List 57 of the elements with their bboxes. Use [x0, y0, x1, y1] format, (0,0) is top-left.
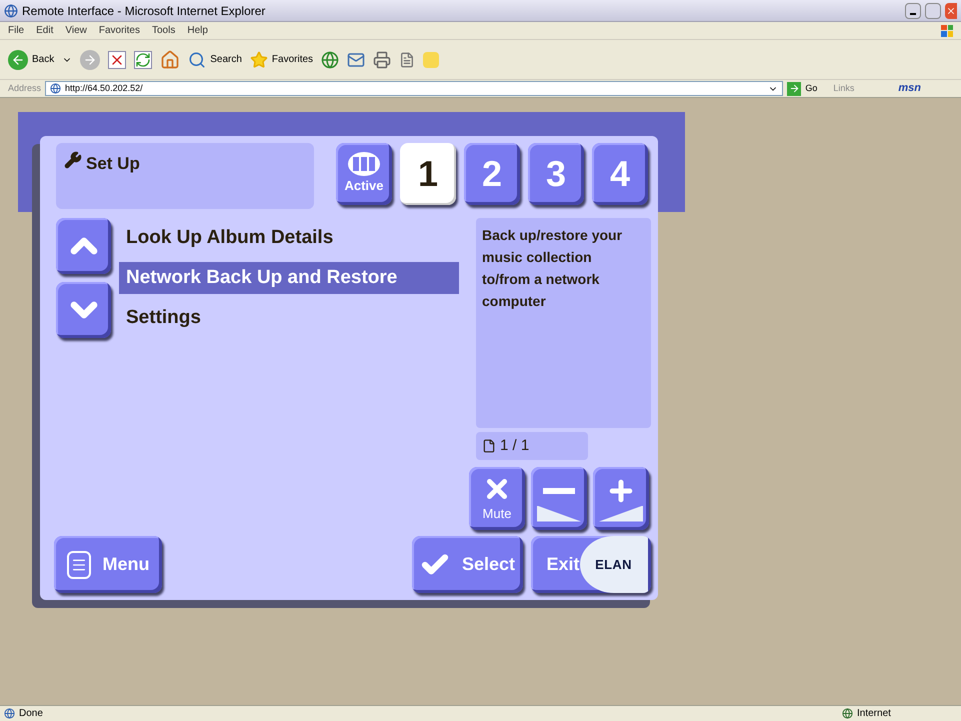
grid-icon [348, 152, 380, 176]
mail-icon[interactable] [347, 50, 366, 68]
edit-icon[interactable] [399, 52, 416, 68]
mute-button[interactable]: Mute [469, 467, 525, 530]
menu-icon [66, 550, 90, 578]
menu-button[interactable]: Menu [54, 536, 162, 593]
refresh-icon[interactable] [134, 50, 152, 68]
go-arrow-icon [788, 83, 800, 94]
zone-button[interactable]: 3 [528, 143, 584, 205]
go-button[interactable]: Go [787, 82, 818, 96]
windows-logo-icon [941, 24, 953, 36]
menu-item[interactable]: File [8, 23, 24, 38]
menu-item[interactable]: Favorites [98, 23, 140, 38]
back-button[interactable]: Back [8, 50, 54, 70]
star-icon [250, 50, 268, 68]
window-title: Remote Interface - Microsoft Internet Explorer [22, 2, 266, 20]
zone-button[interactable]: 1 [400, 143, 456, 205]
menu-option[interactable]: Look Up Album Details [119, 222, 459, 254]
volume-up-button[interactable] [593, 467, 649, 530]
globe-icon [842, 708, 853, 719]
menu-option[interactable]: Settings [119, 302, 459, 334]
stop-icon[interactable] [108, 50, 126, 68]
zone-button[interactable]: 2 [464, 143, 520, 205]
address-label: Address [8, 82, 42, 95]
exit-button[interactable]: Exit ELAN [531, 536, 651, 593]
screen-title: Set Up [86, 153, 140, 175]
menu-option[interactable]: Network Back Up and Restore [119, 262, 459, 294]
print-icon[interactable] [373, 50, 392, 68]
wrench-icon [64, 151, 82, 169]
back-arrow-icon [11, 52, 25, 66]
elan-logo: ELAN [580, 536, 648, 593]
minimize-button[interactable] [905, 2, 921, 18]
page-count: 1 / 1 [500, 436, 530, 456]
menu-item[interactable]: Edit [36, 23, 54, 38]
minus-icon [543, 488, 575, 494]
home-icon[interactable] [160, 50, 180, 70]
zone-text: Internet [857, 707, 892, 721]
select-button[interactable]: Select [412, 536, 523, 593]
menu-item[interactable]: Tools [152, 23, 176, 38]
ie-icon [4, 4, 18, 18]
menu-item[interactable]: Help [187, 23, 208, 38]
status-text: Done [19, 707, 44, 721]
msn-logo[interactable]: msn [898, 80, 921, 97]
scroll-down-button[interactable] [56, 282, 111, 338]
close-button[interactable] [945, 2, 957, 18]
menu-item[interactable]: View [65, 23, 87, 38]
search-icon [188, 50, 206, 68]
close-icon [946, 6, 956, 16]
volume-down-button[interactable] [531, 467, 587, 530]
address-field[interactable]: http://64.50.202.52/ [45, 81, 784, 96]
favorites-button[interactable]: Favorites [250, 50, 314, 68]
search-button[interactable]: Search [188, 50, 242, 68]
active-button[interactable]: Active [336, 143, 392, 205]
zone-button[interactable]: 4 [592, 143, 648, 205]
minimize-icon [910, 12, 916, 14]
scroll-up-button[interactable] [56, 218, 111, 274]
description-text: Back up/restore your music collection to/from a network computer [482, 226, 624, 311]
